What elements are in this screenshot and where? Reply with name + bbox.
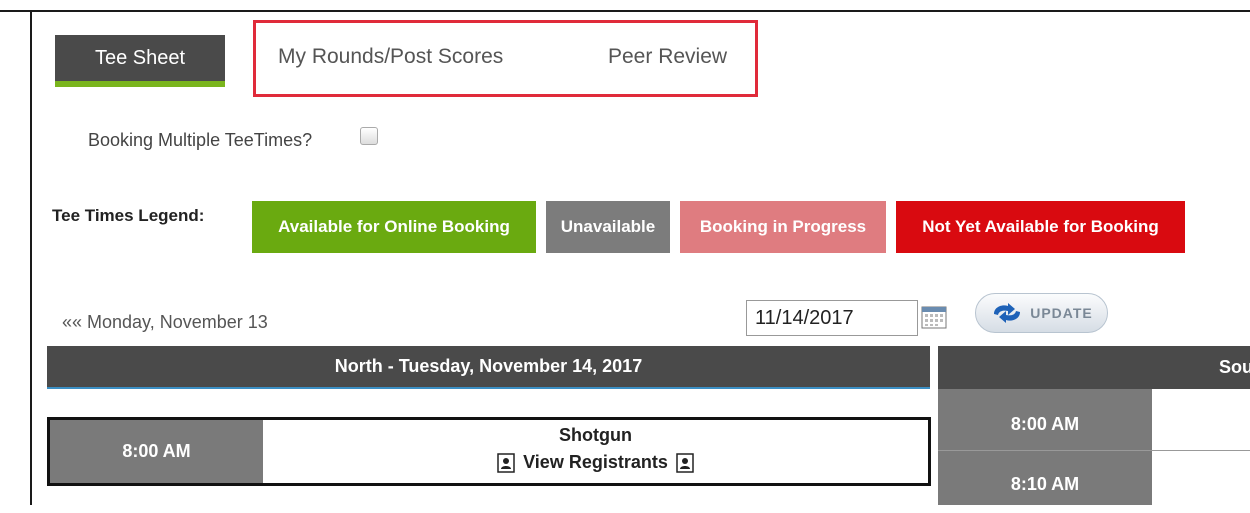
tee-time-details: Shotgun View Registrants (263, 420, 928, 483)
tab-tee-sheet[interactable]: Tee Sheet (55, 35, 225, 87)
south-header-label: South (1219, 357, 1250, 377)
legend-label: Tee Times Legend: (52, 206, 205, 225)
booking-multiple-checkbox[interactable] (360, 127, 378, 145)
booking-multiple-label: Booking Multiple TeeTimes? (88, 130, 313, 150)
refresh-icon (994, 303, 1021, 323)
legend-in-progress: Booking in Progress (680, 201, 886, 253)
tee-time-cell: 8:00 AM (50, 420, 263, 483)
shotgun-label: Shotgun (559, 425, 632, 445)
south-tee-time[interactable]: 8:00 AM (938, 395, 1152, 453)
date-input[interactable] (746, 300, 918, 336)
south-slot-details (1152, 389, 1250, 505)
person-doc-icon (497, 452, 515, 473)
previous-day-link[interactable]: «« Monday, November 13 (62, 312, 268, 333)
view-registrants-link[interactable]: View Registrants (263, 452, 928, 473)
update-label: UPDATE (1030, 305, 1093, 321)
north-course-header: North - Tuesday, November 14, 2017 (47, 346, 930, 389)
view-registrants-label: View Registrants (523, 452, 668, 472)
legend-available: Available for Online Booking (252, 201, 536, 253)
tee-time-row: 8:00 AM Shotgun View Registrants (47, 417, 931, 486)
frame-left-border (30, 10, 32, 505)
update-button[interactable]: UPDATE (975, 293, 1108, 333)
tab-my-rounds[interactable]: My Rounds/Post Scores (278, 45, 503, 69)
south-tee-time[interactable]: 8:10 AM (938, 455, 1152, 513)
frame-top-border (0, 10, 1250, 12)
calendar-icon[interactable] (921, 305, 947, 329)
tab-peer-review[interactable]: Peer Review (608, 45, 727, 69)
legend-unavailable: Unavailable (546, 201, 670, 253)
person-doc-icon (676, 452, 694, 473)
legend-not-yet-available: Not Yet Available for Booking (896, 201, 1185, 253)
south-course-header: South (938, 346, 1250, 389)
